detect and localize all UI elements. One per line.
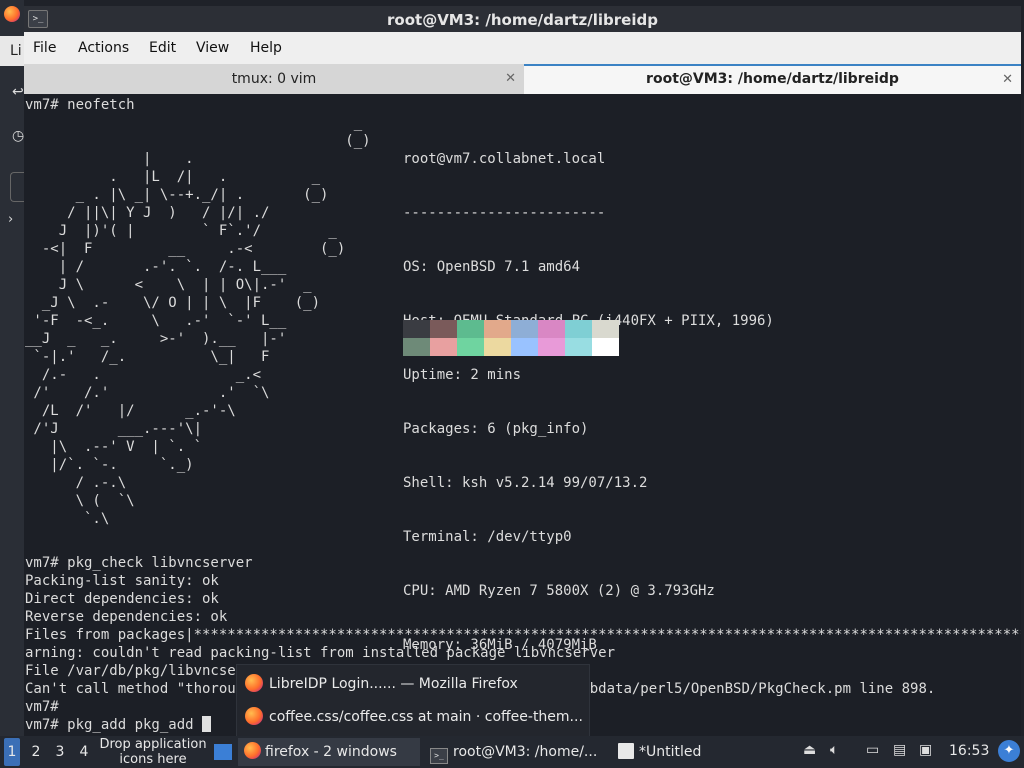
clock[interactable]: 16:53 bbox=[949, 743, 989, 759]
palette-swatch bbox=[565, 338, 592, 356]
window-list-item-label: coffee.css/coffee.css at main · coffee-t… bbox=[269, 709, 583, 725]
back-arrow-icon: ↩ bbox=[12, 84, 24, 100]
firefox-icon bbox=[245, 674, 263, 692]
palette-swatch bbox=[484, 320, 511, 338]
task-label: firefox - 2 windows bbox=[265, 744, 397, 760]
terminal-line: Files from packages|********************… bbox=[25, 627, 1021, 643]
tab-bar: tmux: 0 vim ✕ root@VM3: /home/dartz/libr… bbox=[24, 64, 1021, 94]
terminal-line: Reverse dependencies: ok bbox=[25, 609, 228, 625]
neofetch-terminal: Terminal: /dev/ttyp0 bbox=[403, 529, 572, 545]
eject-icon[interactable]: ⏏ bbox=[803, 742, 816, 758]
window-list-item-label: LibreIDP Login...... — Mozilla Firefox bbox=[269, 676, 518, 692]
color-palette bbox=[403, 320, 619, 356]
task-terminal[interactable]: >_ root@VM3: /home/... bbox=[426, 738, 608, 766]
task-label: *Untitled bbox=[639, 744, 702, 760]
palette-swatch bbox=[484, 338, 511, 356]
volume-icon[interactable]: 🔈︎ bbox=[830, 742, 838, 758]
firefox-icon bbox=[244, 742, 261, 759]
terminal-line: arning: couldn't read packing-list from … bbox=[25, 645, 616, 661]
tab-close-icon[interactable]: ✕ bbox=[1002, 66, 1013, 93]
palette-swatch bbox=[403, 320, 430, 338]
neofetch-separator: ------------------------ bbox=[403, 205, 606, 221]
tab-label: root@VM3: /home/dartz/libreidp bbox=[646, 71, 899, 87]
text-cursor bbox=[202, 716, 212, 732]
workspace-3[interactable]: 3 bbox=[52, 744, 68, 760]
firefox-icon bbox=[245, 707, 263, 725]
window-titlebar[interactable]: >_ root@VM3: /home/dartz/libreidp bbox=[24, 6, 1021, 32]
prompt-text: vm7# pkg_add pkg_add bbox=[25, 717, 203, 733]
terminal-prompt-line[interactable]: vm7# pkg_add pkg_add bbox=[25, 716, 212, 734]
clipboard-icon[interactable]: ▤ bbox=[893, 742, 906, 758]
background-window-edge: Li ↩ ◷ › bbox=[0, 0, 25, 736]
terminal-line: vm7# pkg_check libvncserver bbox=[25, 555, 253, 571]
taskbar: 1 2 3 4 Drop application icons here fire… bbox=[0, 736, 1024, 768]
terminal-line: vm7# neofetch bbox=[25, 97, 135, 113]
palette-swatch bbox=[511, 320, 538, 338]
window-list-item[interactable]: coffee.css/coffee.css at main · coffee-t… bbox=[245, 703, 583, 731]
task-label: root@VM3: /home/... bbox=[453, 744, 598, 760]
tab-tmux[interactable]: tmux: 0 vim ✕ bbox=[24, 64, 524, 94]
task-firefox[interactable]: firefox - 2 windows bbox=[238, 738, 420, 766]
tab-root-shell[interactable]: root@VM3: /home/dartz/libreidp ✕ bbox=[524, 64, 1021, 94]
openbsd-ascii-logo: _ (_) | . . |L /| . _ _ . |\ _| \--+._/|… bbox=[25, 115, 371, 527]
palette-swatch bbox=[457, 320, 484, 338]
palette-swatch bbox=[403, 338, 430, 356]
terminal-output[interactable]: vm7# neofetch _ (_) | . . |L /| . _ _ . … bbox=[24, 94, 1021, 736]
menu-help[interactable]: Help bbox=[250, 40, 282, 56]
palette-swatch bbox=[430, 320, 457, 338]
firefox-icon bbox=[4, 6, 20, 22]
clock-icon: ◷ bbox=[12, 128, 25, 144]
palette-swatch bbox=[538, 320, 565, 338]
palette-swatch bbox=[430, 338, 457, 356]
tab-label: tmux: 0 vim bbox=[231, 71, 317, 87]
palette-swatch bbox=[592, 338, 619, 356]
neofetch-userhost: root@vm7.collabnet.local bbox=[403, 151, 606, 167]
application-menu-icon[interactable]: ✦ bbox=[998, 740, 1020, 762]
background-tab-edge: Li bbox=[0, 36, 24, 66]
workspace-2[interactable]: 2 bbox=[28, 744, 44, 760]
neofetch-shell: Shell: ksh v5.2.14 99/07/13.2 bbox=[403, 475, 648, 491]
terminal-icon: >_ bbox=[430, 748, 448, 764]
background-panel-edge bbox=[10, 172, 25, 202]
terminal-line: Packing-list sanity: ok bbox=[25, 573, 219, 589]
neofetch-uptime: Uptime: 2 mins bbox=[403, 367, 522, 383]
palette-swatch bbox=[565, 320, 592, 338]
task-editor[interactable]: *Untitled bbox=[614, 738, 764, 766]
tab-close-icon[interactable]: ✕ bbox=[505, 64, 516, 94]
neofetch-cpu: CPU: AMD Ryzen 7 5800X (2) @ 3.793GHz bbox=[403, 583, 715, 599]
notification-icon[interactable]: ▣ bbox=[919, 742, 932, 758]
window-list-item[interactable]: LibreIDP Login...... — Mozilla Firefox bbox=[245, 670, 518, 698]
neofetch-packages: Packages: 6 (pkg_info) bbox=[403, 421, 589, 437]
network-icon[interactable]: ▭ bbox=[866, 742, 879, 758]
workspace-4[interactable]: 4 bbox=[76, 744, 92, 760]
chevron-right-icon: › bbox=[8, 212, 14, 227]
menu-actions[interactable]: Actions bbox=[78, 40, 129, 56]
firefox-window-list-popup: LibreIDP Login...... — Mozilla Firefox c… bbox=[236, 664, 590, 738]
menu-bar: File Actions Edit View Help bbox=[24, 32, 1021, 64]
menu-edit[interactable]: Edit bbox=[149, 40, 176, 56]
terminal-line: Direct dependencies: ok bbox=[25, 591, 219, 607]
window-title: root@VM3: /home/dartz/libreidp bbox=[387, 11, 658, 29]
show-desktop-icon[interactable] bbox=[214, 744, 232, 760]
launcher-drop-zone[interactable]: Drop application icons here bbox=[92, 737, 214, 767]
menu-file[interactable]: File bbox=[33, 40, 56, 56]
palette-swatch bbox=[511, 338, 538, 356]
palette-swatch bbox=[592, 320, 619, 338]
palette-swatch bbox=[457, 338, 484, 356]
neofetch-info: root@vm7.collabnet.local ---------------… bbox=[403, 114, 774, 690]
neofetch-os: OS: OpenBSD 7.1 amd64 bbox=[403, 259, 581, 275]
terminal-window: >_ root@VM3: /home/dartz/libreidp File A… bbox=[24, 6, 1021, 736]
palette-swatch bbox=[538, 338, 565, 356]
menu-view[interactable]: View bbox=[196, 40, 229, 56]
workspace-1[interactable]: 1 bbox=[4, 738, 20, 766]
text-editor-icon bbox=[618, 743, 634, 759]
terminal-line: vm7# bbox=[25, 699, 59, 715]
